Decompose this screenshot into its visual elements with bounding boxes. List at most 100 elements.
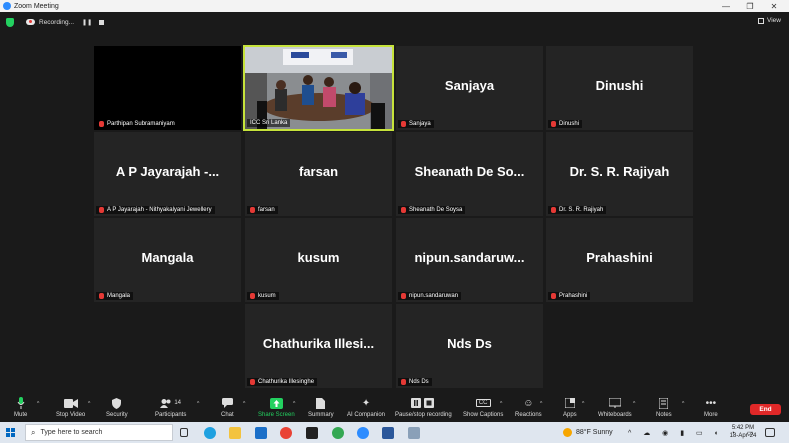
file-explorer-icon[interactable] [229, 427, 241, 439]
participant-name: ICC Sri Lanka [250, 120, 288, 126]
mic-muted-icon [99, 293, 104, 299]
end-meeting-button[interactable]: End [750, 404, 781, 415]
participant-name: Dinushi [559, 121, 580, 127]
apps-options-caret[interactable]: ^ [582, 401, 584, 407]
mute-options-caret[interactable]: ^ [37, 401, 39, 407]
share-screen-button[interactable]: Share Screen [258, 397, 295, 418]
grid-icon [758, 17, 765, 24]
windows-start-icon[interactable] [6, 428, 15, 437]
show-captions-button[interactable]: CC Show Captions [463, 397, 503, 418]
security-button[interactable]: Security [106, 397, 128, 418]
video-tile[interactable]: Nds Ds Nds Ds [396, 304, 543, 388]
word-icon[interactable] [382, 427, 394, 439]
video-tile[interactable]: farsan farsan [245, 132, 392, 216]
notes-button[interactable]: Notes [656, 397, 672, 418]
pause-stop-label: Pause/stop recording [395, 412, 452, 418]
participants-button[interactable]: 14 Participants [155, 397, 186, 418]
participant-nametag: ICC Sri Lanka [247, 119, 291, 127]
ai-companion-button[interactable]: ✦ AI Companion [347, 397, 386, 419]
whiteboards-button[interactable]: Whiteboards [598, 397, 632, 418]
mute-label: Mute [14, 412, 28, 418]
pen-app-icon[interactable] [408, 427, 420, 439]
video-tile-active-speaker[interactable]: ICC Sri Lanka [243, 45, 394, 131]
captions-options-caret[interactable]: ^ [500, 401, 502, 407]
video-options-caret[interactable]: ^ [88, 401, 90, 407]
clock-date: 18-Apr-24 [729, 433, 757, 439]
task-view-icon[interactable] [180, 428, 188, 437]
search-placeholder: Type here to search [40, 429, 103, 436]
video-tile[interactable]: Parthipan Subramaniyam [94, 46, 241, 130]
security-shield-icon[interactable] [6, 17, 14, 27]
terminal-icon[interactable] [306, 427, 318, 439]
video-tile[interactable]: Chathurika Illesi... Chathurika Illesing… [245, 304, 392, 388]
notes-options-caret[interactable]: ^ [682, 401, 684, 407]
share-screen-label: Share Screen [258, 412, 295, 418]
mail-icon[interactable] [255, 427, 267, 439]
pause-stop-recording-button[interactable]: Pause/stop recording [395, 397, 452, 418]
stop-video-button[interactable]: Stop Video [56, 397, 85, 418]
edge-browser-icon[interactable] [204, 427, 216, 439]
show-captions-label: Show Captions [463, 412, 504, 418]
mic-muted-icon [401, 293, 406, 299]
zoom-logo-icon [3, 2, 11, 10]
participant-display-name: Nds Ds [447, 336, 492, 351]
video-tile[interactable]: Dinushi Dinushi [546, 46, 693, 130]
participant-name: Sheanath De Soysa [409, 207, 463, 213]
apps-label: Apps [563, 412, 577, 418]
pause-recording-button[interactable]: ❚❚ [82, 19, 92, 26]
mute-button[interactable]: Mute [14, 397, 27, 418]
video-camera-icon [63, 397, 78, 409]
participant-name: A P Jayarajah - Nithyakalyani Jewellery [107, 207, 212, 213]
whiteboards-options-caret[interactable]: ^ [633, 401, 635, 407]
clock-time: 5:42 PM [731, 425, 755, 431]
chat-bubble-icon [221, 397, 233, 409]
mic-muted-icon [250, 207, 255, 213]
mic-muted-icon [551, 293, 556, 299]
participants-count: 14 [174, 400, 182, 406]
more-button[interactable]: ••• More [704, 397, 718, 419]
video-tile[interactable]: nipun.sandaruw... nipun.sandaruwan [396, 218, 543, 302]
participant-name: Nds Ds [409, 379, 429, 385]
zoom-taskbar-icon[interactable] [357, 427, 369, 439]
participant-nametag: Prahashini [548, 292, 591, 300]
summary-doc-icon [316, 397, 326, 409]
reactions-button[interactable]: ☺ Reactions [515, 397, 542, 419]
participant-display-name: Sheanath De So... [414, 164, 525, 179]
participant-nametag: Chathurika Illesinghe [247, 378, 318, 386]
chrome-icon[interactable] [280, 427, 292, 439]
more-label: More [704, 412, 718, 418]
view-button[interactable]: View [758, 17, 781, 24]
chat-button[interactable]: Chat [221, 397, 234, 418]
participants-options-caret[interactable]: ^ [197, 401, 199, 407]
maximize-button[interactable]: ❐ [738, 0, 762, 12]
mic-muted-icon [401, 207, 406, 213]
video-tile[interactable]: A P Jayarajah -... A P Jayarajah - Nithy… [94, 132, 241, 216]
video-tile[interactable]: Sanjaya Sanjaya [396, 46, 543, 130]
video-tile[interactable]: Dr. S. R. Rajiyah Dr. S. R. Rajiyah [546, 132, 693, 216]
chrome-profile-icon[interactable] [332, 427, 344, 439]
video-tile[interactable]: Mangala Mangala [94, 218, 241, 302]
participant-display-name: Chathurika Illesi... [262, 336, 375, 351]
video-tile[interactable]: Sheanath De So... Sheanath De Soysa [396, 132, 543, 216]
sparkle-icon: ✦ [361, 397, 371, 409]
ai-companion-label: AI Companion [347, 412, 386, 418]
close-button[interactable]: ✕ [762, 0, 786, 12]
apps-button[interactable]: Apps [563, 397, 577, 418]
participants-label: Participants [155, 412, 187, 418]
participant-nametag: nipun.sandaruwan [398, 292, 462, 300]
mic-muted-icon [99, 121, 104, 127]
reactions-options-caret[interactable]: ^ [540, 401, 542, 407]
notifications-icon[interactable] [765, 428, 775, 437]
participant-display-name: Prahashini [586, 250, 653, 265]
video-tile[interactable]: kusum kusum [245, 218, 392, 302]
chat-options-caret[interactable]: ^ [243, 401, 245, 407]
taskbar-clock[interactable]: 5:42 PM 18-Apr-24 [727, 424, 759, 440]
weather-widget[interactable]: 88°F Sunny [563, 422, 613, 443]
participant-name: nipun.sandaruwan [409, 293, 459, 299]
video-tile[interactable]: Prahashini Prahashini [546, 218, 693, 302]
minimize-button[interactable]: — [714, 0, 738, 12]
stop-recording-button[interactable] [99, 19, 105, 25]
share-options-caret[interactable]: ^ [293, 401, 295, 407]
summary-button[interactable]: Summary [308, 397, 334, 418]
taskbar-search-box[interactable]: ⌕ Type here to search [25, 424, 173, 441]
